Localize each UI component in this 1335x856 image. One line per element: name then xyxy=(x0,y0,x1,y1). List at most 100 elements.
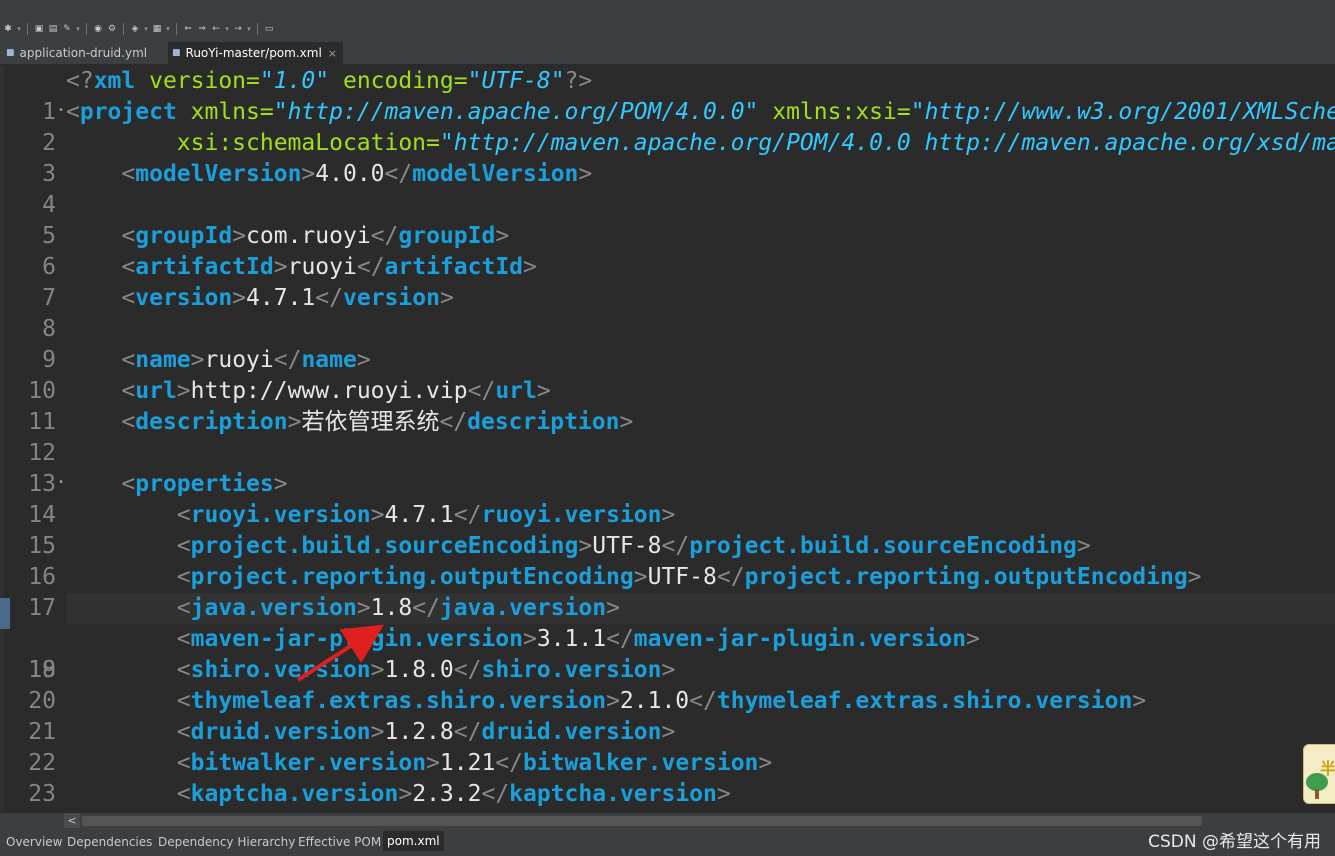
code-line[interactable]: 2 • <project xmlns="http://maven.apache.… xyxy=(0,97,1335,156)
open-task-icon[interactable]: ▦ xyxy=(151,23,163,35)
tab-effective-pom[interactable]: Effective POM xyxy=(298,834,381,850)
code-line[interactable]: 8 <version>4.7.1</version> xyxy=(0,283,1335,342)
tab-application-druid-yml[interactable]: ■ application-druid.yml xyxy=(6,42,147,64)
horizontal-scrollbar[interactable]: < xyxy=(0,812,1335,829)
bracket: > xyxy=(190,347,205,373)
last-edit-icon[interactable]: ← xyxy=(210,23,222,35)
code-text: <project xmlns="http://maven.apache.org/… xyxy=(66,97,1335,128)
tag-name: maven-jar-plugin.version xyxy=(633,626,967,652)
tab-pom-xml-source[interactable]: pom.xml xyxy=(383,831,444,851)
code-line[interactable]: 20 <shiro.version>1.8.0</shiro.version> xyxy=(0,655,1335,714)
bracket: > xyxy=(232,285,247,311)
code-text: <project.reporting.outputEncoding>UTF-8<… xyxy=(66,562,1202,593)
bracket: > xyxy=(578,533,593,559)
code-line[interactable]: 14 • <properties> xyxy=(0,469,1335,528)
pin-icon[interactable]: → xyxy=(232,23,244,35)
code-text: <groupId>com.ruoyi</groupId> xyxy=(66,221,509,252)
element-value: 1.2.8 xyxy=(384,719,454,745)
element-value: ruoyi xyxy=(204,347,274,373)
bracket: < xyxy=(176,688,191,714)
tag-name: modelVersion xyxy=(135,161,302,187)
code-line[interactable]: 21 <thymeleaf.extras.shiro.version>2.1.0… xyxy=(0,686,1335,745)
code-line[interactable]: 4 <modelVersion>4.0.0</modelVersion> xyxy=(0,159,1335,218)
fold-marker[interactable]: • xyxy=(56,469,66,497)
attribute-value: "http://maven.apache.org/POM/4.0.0" xyxy=(273,99,759,125)
chevron-down-icon[interactable]: ▾ xyxy=(165,23,171,35)
tag-name: name xyxy=(301,347,357,373)
code-editor[interactable]: 1 <?xml version="1.0" encoding="UTF-8"?>… xyxy=(0,66,1335,814)
code-line[interactable]: 3 xsi:schemaLocation="http://maven.apach… xyxy=(0,128,1335,187)
bracket: < xyxy=(121,223,136,249)
toolbar-separator xyxy=(123,23,124,35)
fold-marker[interactable]: • xyxy=(56,97,66,125)
current-code-line[interactable]: 18 <java.version>1.8</java.version> xyxy=(0,593,1335,683)
tag-name: description xyxy=(467,409,620,435)
element-value: 4.7.1 xyxy=(384,502,454,528)
code-line[interactable]: 10 <name>ruoyi</name> xyxy=(0,345,1335,404)
code-text: <ruoyi.version>4.7.1</ruoyi.version> xyxy=(66,500,676,531)
code-line[interactable]: 19 <maven-jar-plugin.version>3.1.1</mave… xyxy=(0,624,1335,683)
bracket: > xyxy=(1132,688,1147,714)
code-line[interactable]: 17 <project.reporting.outputEncoding>UTF… xyxy=(0,562,1335,621)
tag-name: project.reporting.outputEncoding xyxy=(190,564,634,590)
bracket: </ xyxy=(370,223,399,249)
tag-name: bitwalker.version xyxy=(190,750,427,776)
tree-trunk xyxy=(1315,789,1319,799)
code-line[interactable]: 7 <artifactId>ruoyi</artifactId> xyxy=(0,252,1335,311)
code-text: <shiro.version>1.8.0</shiro.version> xyxy=(66,655,676,686)
tag-name: url xyxy=(495,378,537,404)
code-line[interactable]: 24 <kaptcha.version>2.3.2</kaptcha.versi… xyxy=(0,779,1335,814)
code-line[interactable]: 15 <ruoyi.version>4.7.1</ruoyi.version> xyxy=(0,500,1335,559)
tag-name: groupId xyxy=(398,223,496,249)
open-type-icon[interactable]: ◈ xyxy=(129,23,141,35)
bracket: > xyxy=(370,657,385,683)
annotation-icon[interactable]: ▭ xyxy=(263,23,275,35)
bracket: </ xyxy=(606,626,634,652)
close-icon[interactable]: × xyxy=(328,47,337,60)
code-line[interactable]: 9 xyxy=(0,314,1335,373)
bracket: > xyxy=(578,161,593,187)
element-value: 1.21 xyxy=(439,750,496,776)
bracket: < xyxy=(176,595,191,621)
chevron-down-icon[interactable]: ▾ xyxy=(143,23,149,35)
code-line[interactable]: 5 xyxy=(0,190,1335,249)
chevron-down-icon[interactable]: ▾ xyxy=(246,23,252,35)
chevron-down-icon[interactable]: ▾ xyxy=(224,23,230,35)
editor-page-tabs: Overview Dependencies Dependency Hierarc… xyxy=(0,828,1335,856)
element-value: UTF-8 xyxy=(592,533,662,559)
forward-icon[interactable]: ⇒ xyxy=(196,23,208,35)
mascot-widget[interactable]: 半 xyxy=(1303,744,1335,804)
chevron-down-icon[interactable]: ▾ xyxy=(75,23,81,35)
code-line[interactable]: 6 <groupId>com.ruoyi</groupId> xyxy=(0,221,1335,280)
code-line[interactable]: 12 <description>若依管理系统</description> xyxy=(0,407,1335,466)
chevron-down-icon[interactable]: ▾ xyxy=(16,23,22,35)
tab-dependency-hierarchy[interactable]: Dependency Hierarchy xyxy=(158,834,295,850)
code-line[interactable]: 13 xyxy=(0,438,1335,497)
bracket: < xyxy=(121,409,136,435)
back-icon[interactable]: ⇐ xyxy=(182,23,194,35)
print-icon[interactable]: ▤ xyxy=(47,23,59,35)
scroll-left-arrow-icon[interactable]: < xyxy=(64,813,80,829)
run-icon[interactable]: ◉ xyxy=(92,23,104,35)
bracket: </ xyxy=(356,254,385,280)
code-line[interactable]: 11 <url>http://www.ruoyi.vip</url> xyxy=(0,376,1335,435)
new-icon[interactable]: ✱ xyxy=(2,23,14,35)
code-line[interactable]: 23 <bitwalker.version>1.21</bitwalker.ve… xyxy=(0,748,1335,807)
code-line[interactable]: 16 <project.build.sourceEncoding>UTF-8</… xyxy=(0,531,1335,590)
external-tools-icon[interactable]: ⚙ xyxy=(106,23,118,35)
code-text: <modelVersion>4.0.0</modelVersion> xyxy=(66,159,592,190)
code-line[interactable]: 22 <druid.version>1.2.8</druid.version> xyxy=(0,717,1335,776)
code-line[interactable]: 1 <?xml version="1.0" encoding="UTF-8"?> xyxy=(0,66,1335,125)
code-text: <druid.version>1.2.8</druid.version> xyxy=(66,717,676,748)
tab-overview[interactable]: Overview xyxy=(6,834,63,850)
tab-dependencies[interactable]: Dependencies xyxy=(67,834,152,850)
debug-icon[interactable]: ✎ xyxy=(61,23,73,35)
bracket: </ xyxy=(495,750,523,776)
tag-name: java.version xyxy=(190,595,357,621)
tab-pom-xml[interactable]: ■ RuoYi-master/pom.xml × xyxy=(168,42,343,64)
scrollbar-thumb[interactable] xyxy=(82,816,1202,826)
bracket: </ xyxy=(661,533,690,559)
bracket: > xyxy=(301,161,316,187)
toolbar-separator xyxy=(86,23,87,35)
save-icon[interactable]: ▣ xyxy=(33,23,45,35)
